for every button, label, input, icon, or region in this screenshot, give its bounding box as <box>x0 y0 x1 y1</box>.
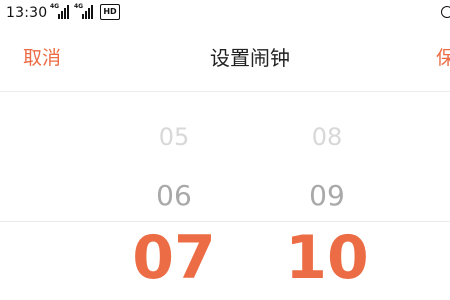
hour-option[interactable]: 05 <box>109 122 239 152</box>
signal-icon-secondary: 4G <box>74 4 96 20</box>
save-button[interactable]: 保 <box>436 46 450 70</box>
time-picker: 05 06 07 08 09 10 <box>0 92 450 300</box>
page-title: 设置闹钟 <box>210 46 290 70</box>
selected-minute[interactable]: 10 <box>262 226 392 290</box>
status-time: 13:30 <box>6 5 48 21</box>
minute-option[interactable]: 09 <box>262 179 392 213</box>
selected-hour[interactable]: 07 <box>109 226 239 290</box>
hd-voice-icon: HD <box>100 4 120 20</box>
alarm-setup-screen: 13:30 4G 4G HD 取消 设置闹钟 保 05 06 07 08 09 … <box>0 0 450 300</box>
alarm-status-icon <box>441 6 450 18</box>
signal-type-label: 4G <box>50 3 60 10</box>
title-bar: 取消 设置闹钟 保 <box>0 26 450 92</box>
hour-wheel[interactable]: 05 06 07 <box>109 92 239 300</box>
signal-type-label-secondary: 4G <box>74 3 84 10</box>
minute-wheel[interactable]: 08 09 10 <box>262 92 392 300</box>
status-bar: 13:30 4G 4G HD <box>0 0 450 26</box>
hour-option[interactable]: 06 <box>109 179 239 213</box>
signal-icon: 4G <box>50 4 72 20</box>
minute-option[interactable]: 08 <box>262 122 392 152</box>
